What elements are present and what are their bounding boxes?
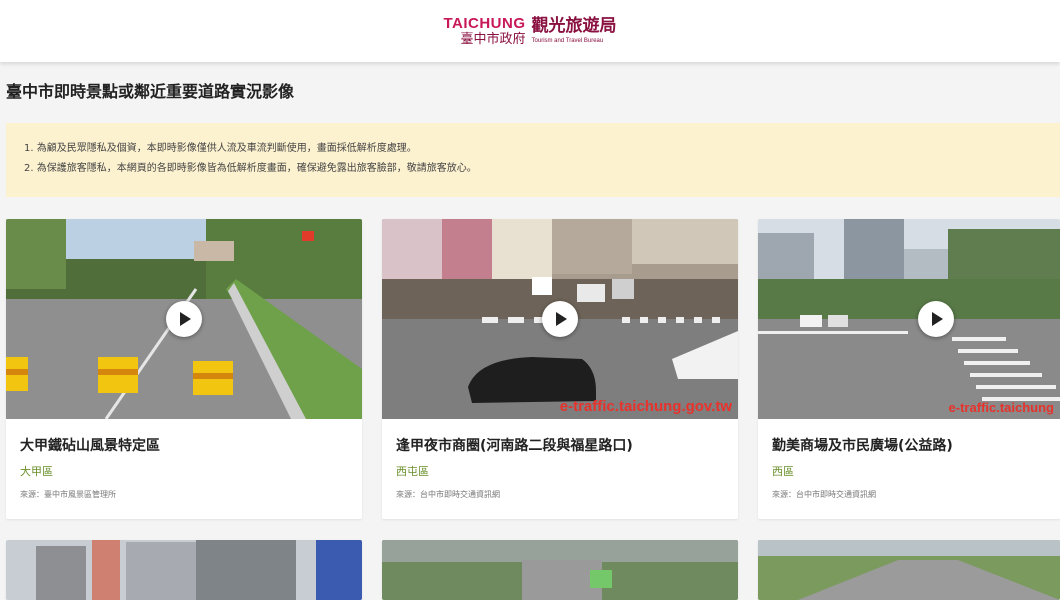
notice-item: 2. 為保護旅客隱私，本網頁的各即時影像皆為低解析度畫面，確保避免露出旅客臉部，…	[24, 163, 477, 174]
taichung-tourism-logo[interactable]: TAICHUNG 臺中市政府 觀光旅遊局 Tourism and Travel …	[443, 16, 616, 46]
camera-title[interactable]: 大甲鐵砧山風景特定區	[20, 435, 160, 455]
camera-scene-image	[758, 540, 1060, 600]
notice-item: 1. 為顧及民眾隱私及個資，本即時影像僅供人流及車流判斷使用，畫面採低解析度處理…	[24, 143, 417, 154]
camera-thumbnail[interactable]	[382, 540, 738, 600]
camera-thumbnail[interactable]: e-traffic.taichung	[758, 219, 1060, 419]
camera-scene-image	[758, 219, 1060, 419]
site-header: TAICHUNG 臺中市政府 觀光旅遊局 Tourism and Travel …	[0, 0, 1060, 62]
camera-district: 大甲區	[20, 465, 53, 478]
camera-district: 西屯區	[396, 465, 429, 478]
page-title: 臺中市即時景點或鄰近重要道路實況影像	[6, 82, 295, 101]
privacy-notice: 1. 為顧及民眾隱私及個資，本即時影像僅供人流及車流判斷使用，畫面採低解析度處理…	[6, 123, 1060, 197]
camera-card[interactable]	[758, 540, 1060, 600]
play-icon[interactable]	[542, 301, 578, 337]
camera-card[interactable]: e-traffic.taichung 勤美商場及市民廣場(公益路) 西區 來源：…	[758, 219, 1060, 519]
watermark-text: e-traffic.taichung.gov.tw	[559, 398, 732, 415]
camera-thumbnail[interactable]	[758, 540, 1060, 600]
camera-scene-image	[6, 540, 362, 600]
camera-card[interactable]	[6, 540, 362, 600]
camera-thumbnail[interactable]	[6, 219, 362, 419]
camera-district: 西區	[772, 465, 794, 478]
camera-card[interactable]	[382, 540, 738, 600]
camera-card[interactable]: 大甲鐵砧山風景特定區 大甲區 來源：臺中市風景區管理所	[6, 219, 362, 519]
camera-source: 來源：台中市即時交通資訊網	[772, 490, 876, 499]
camera-scene-image	[382, 540, 738, 600]
play-icon[interactable]	[918, 301, 954, 337]
camera-thumbnail[interactable]: e-traffic.taichung.gov.tw	[382, 219, 738, 419]
logo-bureau-text: 觀光旅遊局	[531, 16, 617, 36]
camera-title[interactable]: 勤美商場及市民廣場(公益路)	[772, 435, 953, 455]
logo-gov-text: 臺中市政府	[460, 32, 526, 47]
play-icon[interactable]	[166, 301, 202, 337]
camera-card[interactable]: e-traffic.taichung.gov.tw 逢甲夜市商圈(河南路二段與福…	[382, 219, 738, 519]
camera-title[interactable]: 逢甲夜市商圈(河南路二段與福星路口)	[396, 435, 633, 455]
camera-thumbnail[interactable]	[6, 540, 362, 600]
watermark-text: e-traffic.taichung	[948, 400, 1054, 415]
logo-en-text: TAICHUNG	[443, 15, 526, 32]
camera-source: 來源：台中市即時交通資訊網	[396, 490, 500, 499]
camera-source: 來源：臺中市風景區管理所	[20, 490, 116, 499]
logo-bureau-en-text: Tourism and Travel Bureau	[531, 38, 604, 44]
